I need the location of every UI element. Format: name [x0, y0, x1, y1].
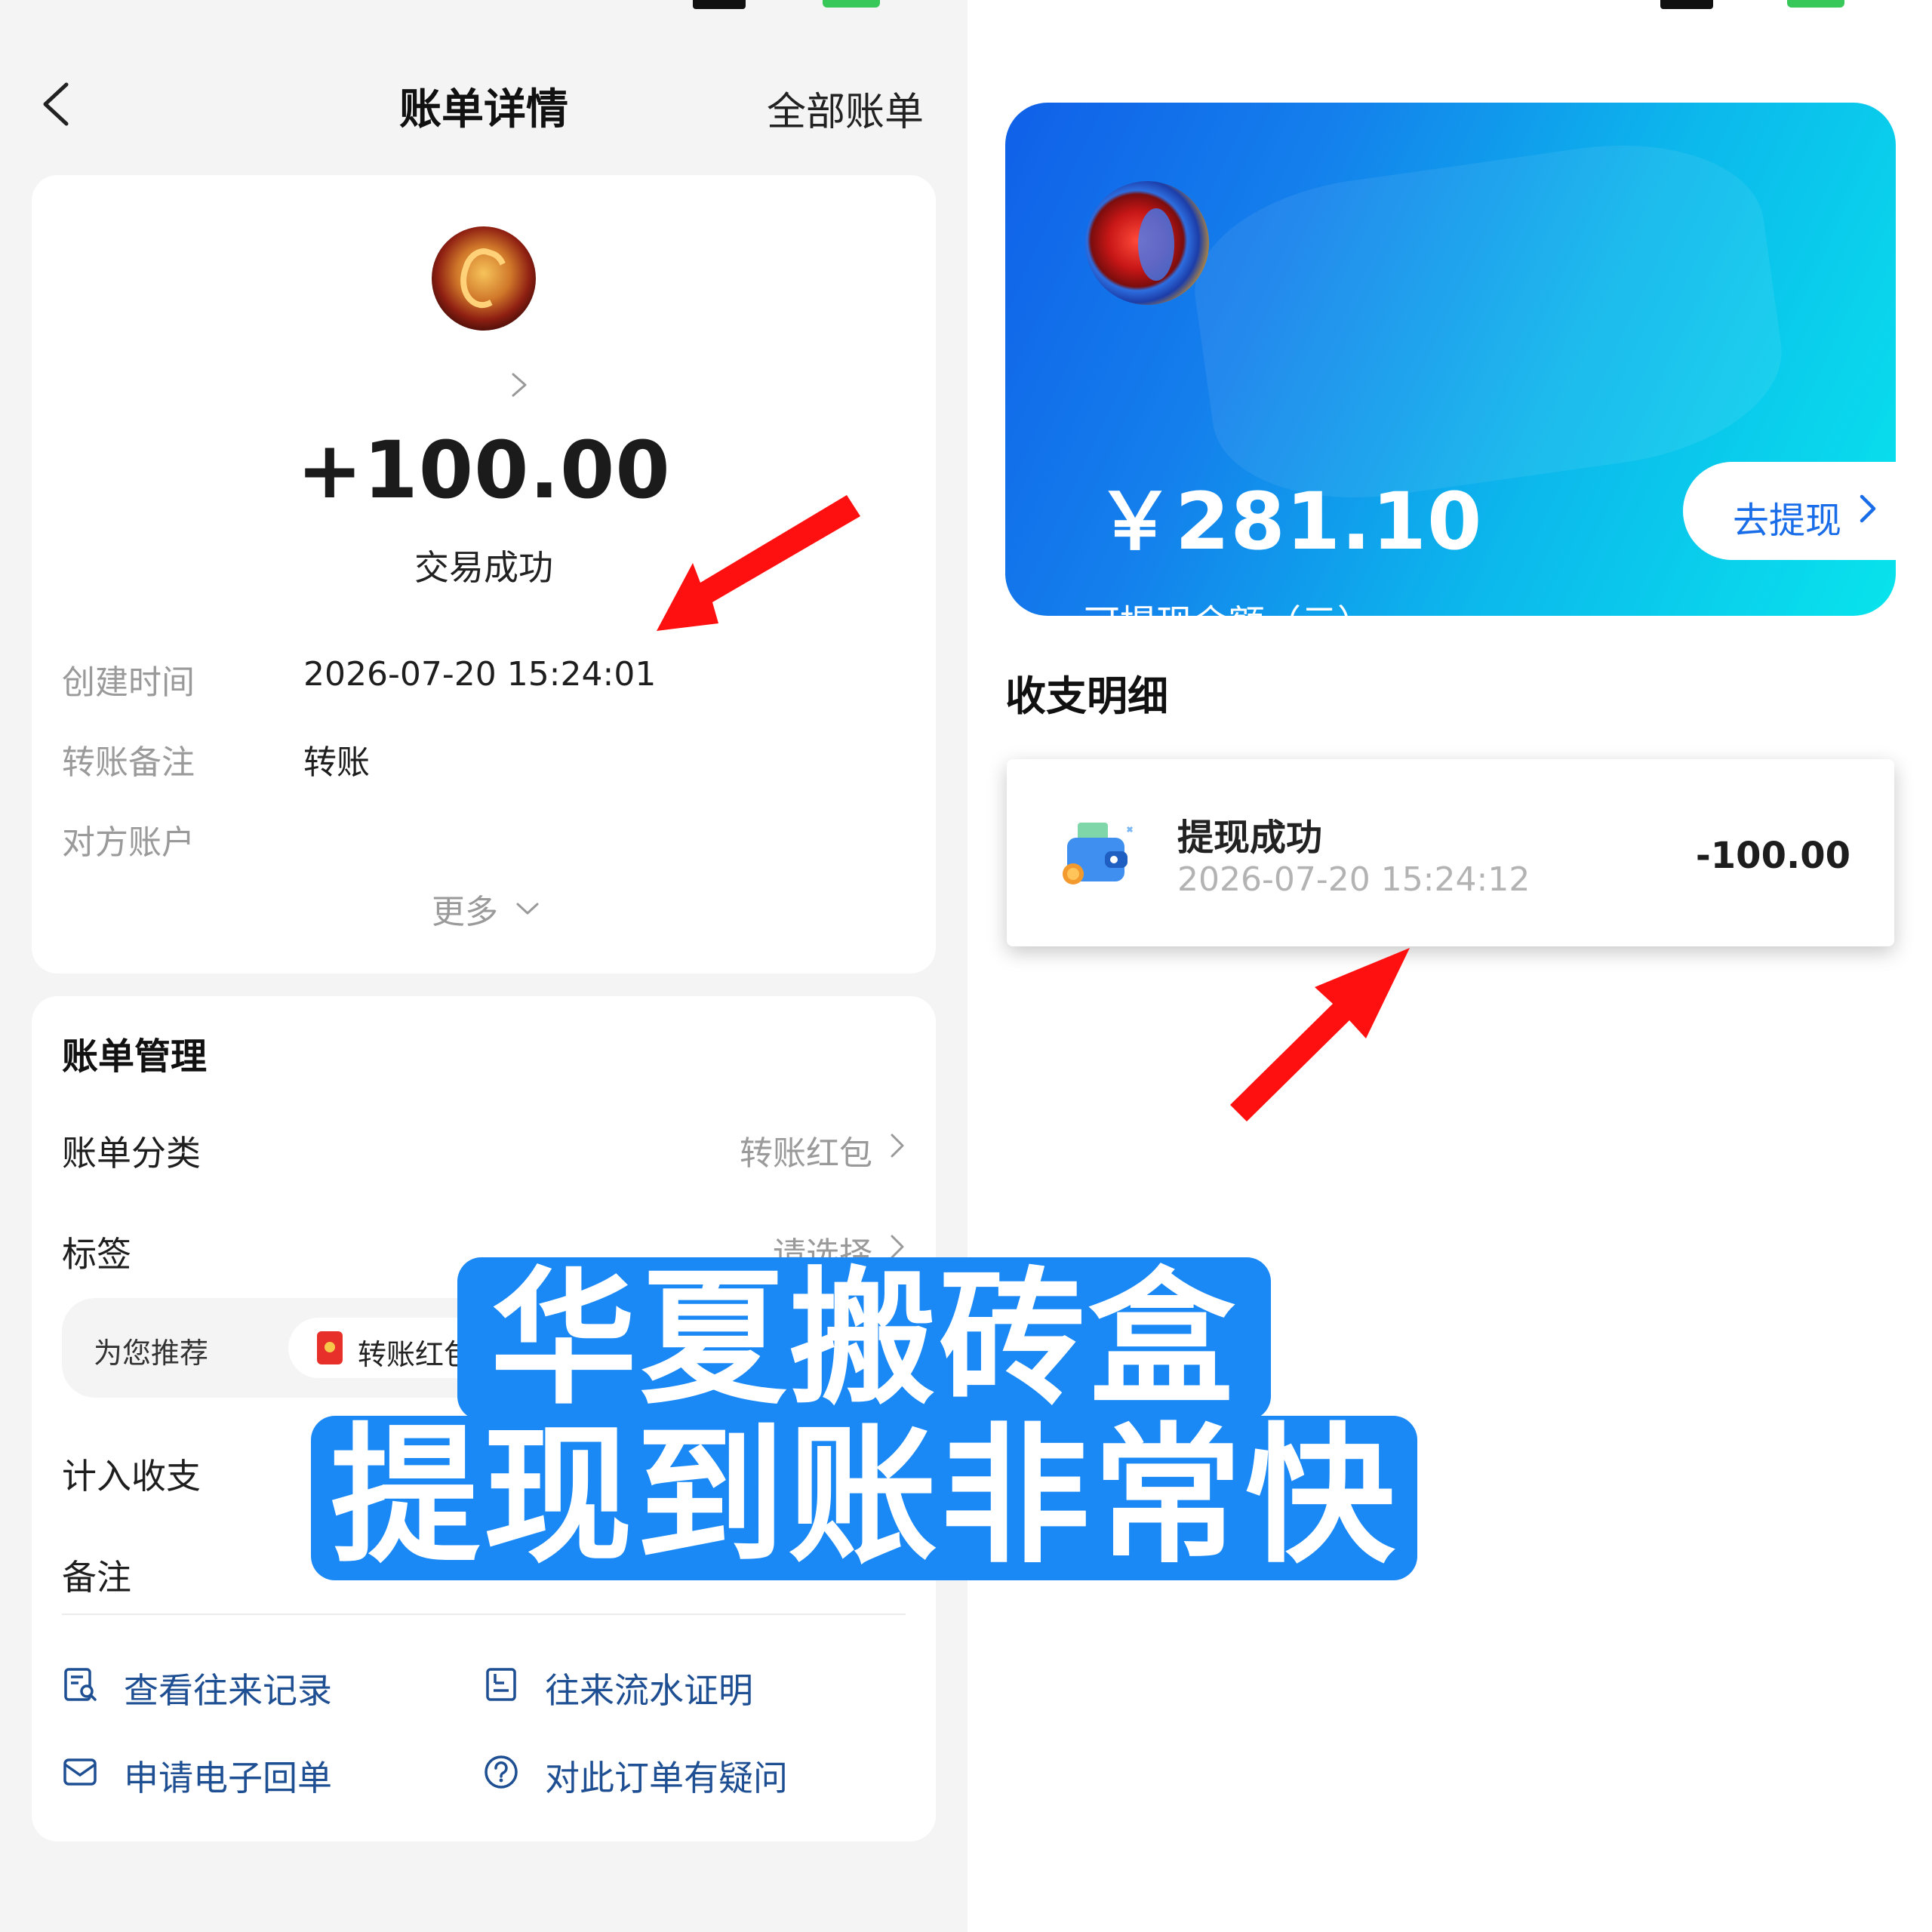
chevron-right-icon[interactable]	[509, 370, 530, 400]
promo-banner-line-2: 提现到账非常快	[311, 1416, 1417, 1580]
bill-category-label: 账单分类	[62, 1133, 201, 1174]
all-bills-link[interactable]: 全部账单	[767, 80, 924, 137]
bill-detail-screen: 账单详情 全部账单 +100.00 交易成功 创建时间 2026-07-20 1…	[0, 0, 968, 1932]
envelope-icon[interactable]	[62, 1754, 98, 1790]
bill-management-title: 账单管理	[62, 1035, 208, 1078]
counterparty-account-label: 对方账户	[62, 823, 195, 862]
bill-category-value[interactable]: 转账红包	[740, 1126, 872, 1174]
more-toggle[interactable]: 更多	[432, 884, 498, 933]
wallet-icon	[1063, 823, 1134, 884]
withdraw-button-label: 去提现	[1733, 500, 1842, 542]
red-arrow-annotation	[1230, 948, 1410, 1121]
user-avatar[interactable]	[1085, 181, 1209, 305]
transaction-row[interactable]: 提现成功 2026-07-20 15:24:12 -100.00	[1007, 759, 1894, 946]
remark-label: 备注	[62, 1557, 131, 1598]
battery-icon	[823, 0, 880, 8]
created-time-label: 创建时间	[62, 663, 195, 702]
transaction-title: 提现成功	[1177, 817, 1323, 859]
statement-proof-link[interactable]: 往来流水证明	[545, 1663, 753, 1713]
status-bar	[0, 0, 968, 23]
transfer-note-value: 转账	[303, 743, 370, 782]
order-question-link[interactable]: 对此订单有疑问	[545, 1751, 788, 1801]
count-in-label: 计入收支	[62, 1456, 201, 1497]
view-records-link[interactable]: 查看往来记录	[124, 1663, 332, 1713]
chevron-right-icon[interactable]	[889, 1132, 906, 1159]
balance-amount: ￥281.10	[1096, 475, 1483, 568]
wallet-screen: ￥281.10 可提现余额（元） 去提现 收支明细 提现成功 2026-07-2…	[968, 0, 1932, 1932]
chevron-right-icon	[1860, 494, 1876, 523]
recommend-chip-label: 转账红包	[358, 1338, 473, 1371]
battery-icon	[1787, 0, 1844, 8]
divider	[62, 1614, 906, 1615]
created-time-value: 2026-07-20 15:24:01	[303, 655, 657, 694]
balance-card: ￥281.10 可提现余额（元） 去提现	[1005, 103, 1896, 616]
balance-label: 可提现余额（元）	[1084, 593, 1374, 616]
red-arrow-annotation	[657, 495, 860, 631]
e-receipt-link[interactable]: 申请电子回单	[124, 1751, 332, 1801]
chevron-down-icon[interactable]	[515, 900, 540, 918]
question-circle-icon[interactable]	[483, 1754, 519, 1790]
statement-icon[interactable]	[483, 1666, 519, 1703]
tags-label: 标签	[62, 1234, 131, 1275]
transfer-note-label: 转账备注	[62, 743, 195, 782]
transaction-amount: -100.00	[1695, 835, 1850, 877]
red-envelope-icon	[317, 1331, 343, 1364]
merchant-avatar[interactable]	[432, 226, 536, 331]
transaction-time: 2026-07-20 15:24:12	[1177, 860, 1531, 899]
signal-icon	[693, 0, 746, 9]
record-search-icon[interactable]	[62, 1666, 98, 1703]
withdraw-button[interactable]: 去提现	[1683, 462, 1896, 560]
recommend-label: 为您推荐	[94, 1337, 209, 1370]
promo-banner-line-1: 华夏搬砖盒	[457, 1257, 1271, 1420]
income-expense-title: 收支明细	[1005, 672, 1168, 720]
signal-icon	[1660, 0, 1713, 9]
